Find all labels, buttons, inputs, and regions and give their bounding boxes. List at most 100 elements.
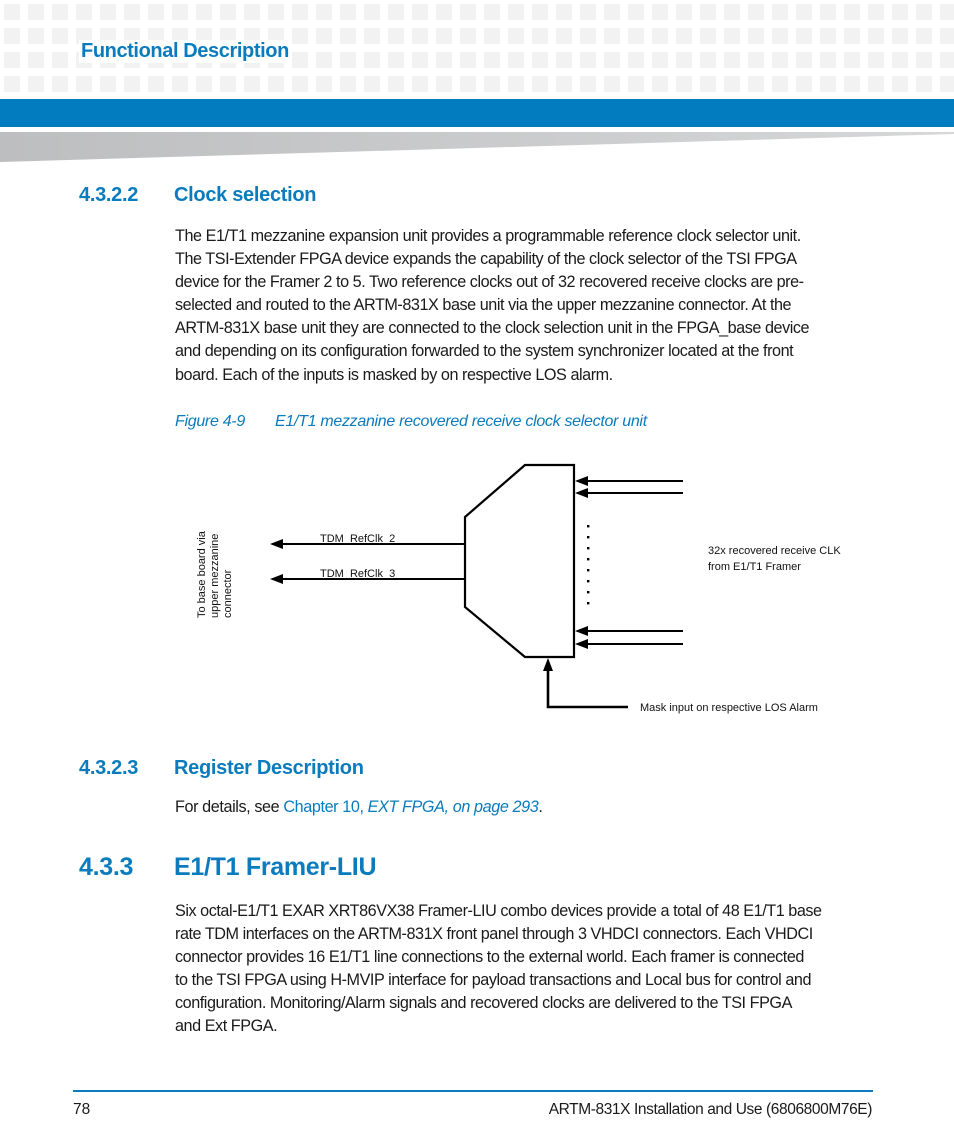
- header-pattern-square: [316, 52, 332, 68]
- ellipsis-dot: [587, 580, 590, 583]
- ellipsis-dot: [587, 536, 590, 539]
- register-description-text: For details, see Chapter 10, EXT FPGA, o…: [175, 798, 543, 817]
- header-pattern-square: [604, 4, 620, 20]
- header-pattern-square: [28, 4, 44, 20]
- header-pattern-square: [796, 76, 812, 92]
- header-pattern-square: [604, 28, 620, 44]
- header-pattern-square: [316, 28, 332, 44]
- header-pattern-square: [628, 52, 644, 68]
- header-pattern-square: [916, 76, 932, 92]
- header-pattern-square: [52, 4, 68, 20]
- section-number: 4.3.2.2: [79, 184, 139, 206]
- text-line: device for the Framer 2 to 5. Two refere…: [175, 273, 804, 292]
- header-pattern-square: [532, 52, 548, 68]
- header-pattern-square: [388, 52, 404, 68]
- header-pattern-square: [772, 28, 788, 44]
- header-pattern-square: [76, 76, 92, 92]
- mask-input-arrow: [543, 658, 628, 709]
- text-line: selected and routed to the ARTM-831X bas…: [175, 296, 792, 315]
- header-pattern-square: [652, 76, 668, 92]
- ellipsis-dot: [587, 602, 590, 605]
- header-pattern-square: [748, 4, 764, 20]
- header-pattern-square: [196, 4, 212, 20]
- header-pattern-square: [676, 4, 692, 20]
- ellipsis-dot: [587, 547, 590, 550]
- text-line: to the TSI FPGA using H-MVIP interface f…: [175, 971, 811, 990]
- header-pattern-square: [268, 4, 284, 20]
- header-pattern-square: [700, 28, 716, 44]
- header-pattern-square: [508, 52, 524, 68]
- header-pattern-square: [892, 52, 908, 68]
- header-pattern-square: [676, 52, 692, 68]
- header-pattern-square: [844, 28, 860, 44]
- header-pattern-square: [4, 28, 20, 44]
- ellipsis-dot: [587, 569, 590, 572]
- section-title: E1/T1 Framer-LIU: [174, 853, 377, 881]
- header-pattern-square: [388, 28, 404, 44]
- header-pattern-square: [532, 76, 548, 92]
- header-pattern-square: [940, 28, 954, 44]
- header-pattern-square: [700, 76, 716, 92]
- figure-caption: Figure 4-9 E1/T1 mezzanine recovered rece…: [175, 413, 647, 431]
- multiplexer-block: [463, 463, 576, 659]
- header-pattern-square: [364, 76, 380, 92]
- section-title: Clock selection: [174, 184, 317, 206]
- header-pattern-square: [724, 76, 740, 92]
- header-pattern-square: [916, 52, 932, 68]
- text-line: Six octal-E1/T1 EXAR XRT86VX38 Framer-LI…: [175, 902, 822, 920]
- header-pattern-square: [220, 4, 236, 20]
- header-pattern-square: [484, 28, 500, 44]
- chapter-link-text[interactable]: Chapter 10,: [283, 798, 367, 816]
- header-pattern-square: [412, 4, 428, 20]
- header-pattern-square: [172, 4, 188, 20]
- footer-rule: [73, 1090, 873, 1092]
- framer-liu-paragraph: Six octal-E1/T1 EXAR XRT86VX38 Framer-LI…: [175, 900, 875, 1039]
- ellipsis-dot: [587, 525, 590, 528]
- text-line: connector provides 16 E1/T1 line connect…: [175, 948, 804, 967]
- header-pattern-square: [28, 52, 44, 68]
- header-pattern-square: [844, 4, 860, 20]
- header-pattern-square: [844, 52, 860, 68]
- text-line: board. Each of the inputs is masked by o…: [175, 365, 613, 384]
- header-pattern-square: [580, 28, 596, 44]
- label-refclk-3: TDM_RefClk_3: [320, 568, 395, 580]
- header-pattern-square: [772, 4, 788, 20]
- header-pattern-square: [580, 76, 596, 92]
- header-pattern-square: [52, 76, 68, 92]
- header-pattern-square: [844, 76, 860, 92]
- header-pattern-square: [436, 4, 452, 20]
- input-arrow: [575, 476, 683, 486]
- text-line: and Ext FPGA.: [175, 1017, 278, 1036]
- header-pattern-square: [916, 4, 932, 20]
- ellipsis-dot: [587, 558, 590, 561]
- header-pattern-square: [892, 4, 908, 20]
- header-pattern-square: [460, 52, 476, 68]
- header-pattern-square: [244, 4, 260, 20]
- header-pattern-square: [436, 52, 452, 68]
- header-pattern-square: [220, 76, 236, 92]
- header-pattern-square: [532, 4, 548, 20]
- header-pattern-square: [508, 28, 524, 44]
- text-prefix: For details, see: [175, 798, 284, 816]
- header-pattern-square: [412, 76, 428, 92]
- header-pattern-square: [292, 4, 308, 20]
- header-pattern-square: [868, 52, 884, 68]
- header-pattern-square: [724, 28, 740, 44]
- header-pattern-square: [916, 28, 932, 44]
- header-pattern-square: [52, 52, 68, 68]
- page-number: 78: [73, 1101, 91, 1118]
- clock-selection-paragraph: The E1/T1 mezzanine expansion unit provi…: [175, 225, 875, 387]
- chapter-link-title[interactable]: EXT FPGA, on page 293: [368, 798, 539, 816]
- header-pattern-square: [580, 4, 596, 20]
- header-pattern-square: [868, 76, 884, 92]
- vertical-label-line: connector: [222, 569, 234, 618]
- header-pattern-square: [796, 52, 812, 68]
- header-pattern-square: [820, 52, 836, 68]
- label-to-base-board: To base board via upper mezzanine connec…: [196, 530, 234, 618]
- header-pattern-square: [748, 76, 764, 92]
- header-pattern-square: [724, 52, 740, 68]
- chapter-link[interactable]: Chapter 10, EXT FPGA, on page 293: [283, 798, 538, 816]
- section-title: Register Description: [174, 757, 364, 779]
- header-pattern-square: [556, 28, 572, 44]
- header-pattern-square: [604, 76, 620, 92]
